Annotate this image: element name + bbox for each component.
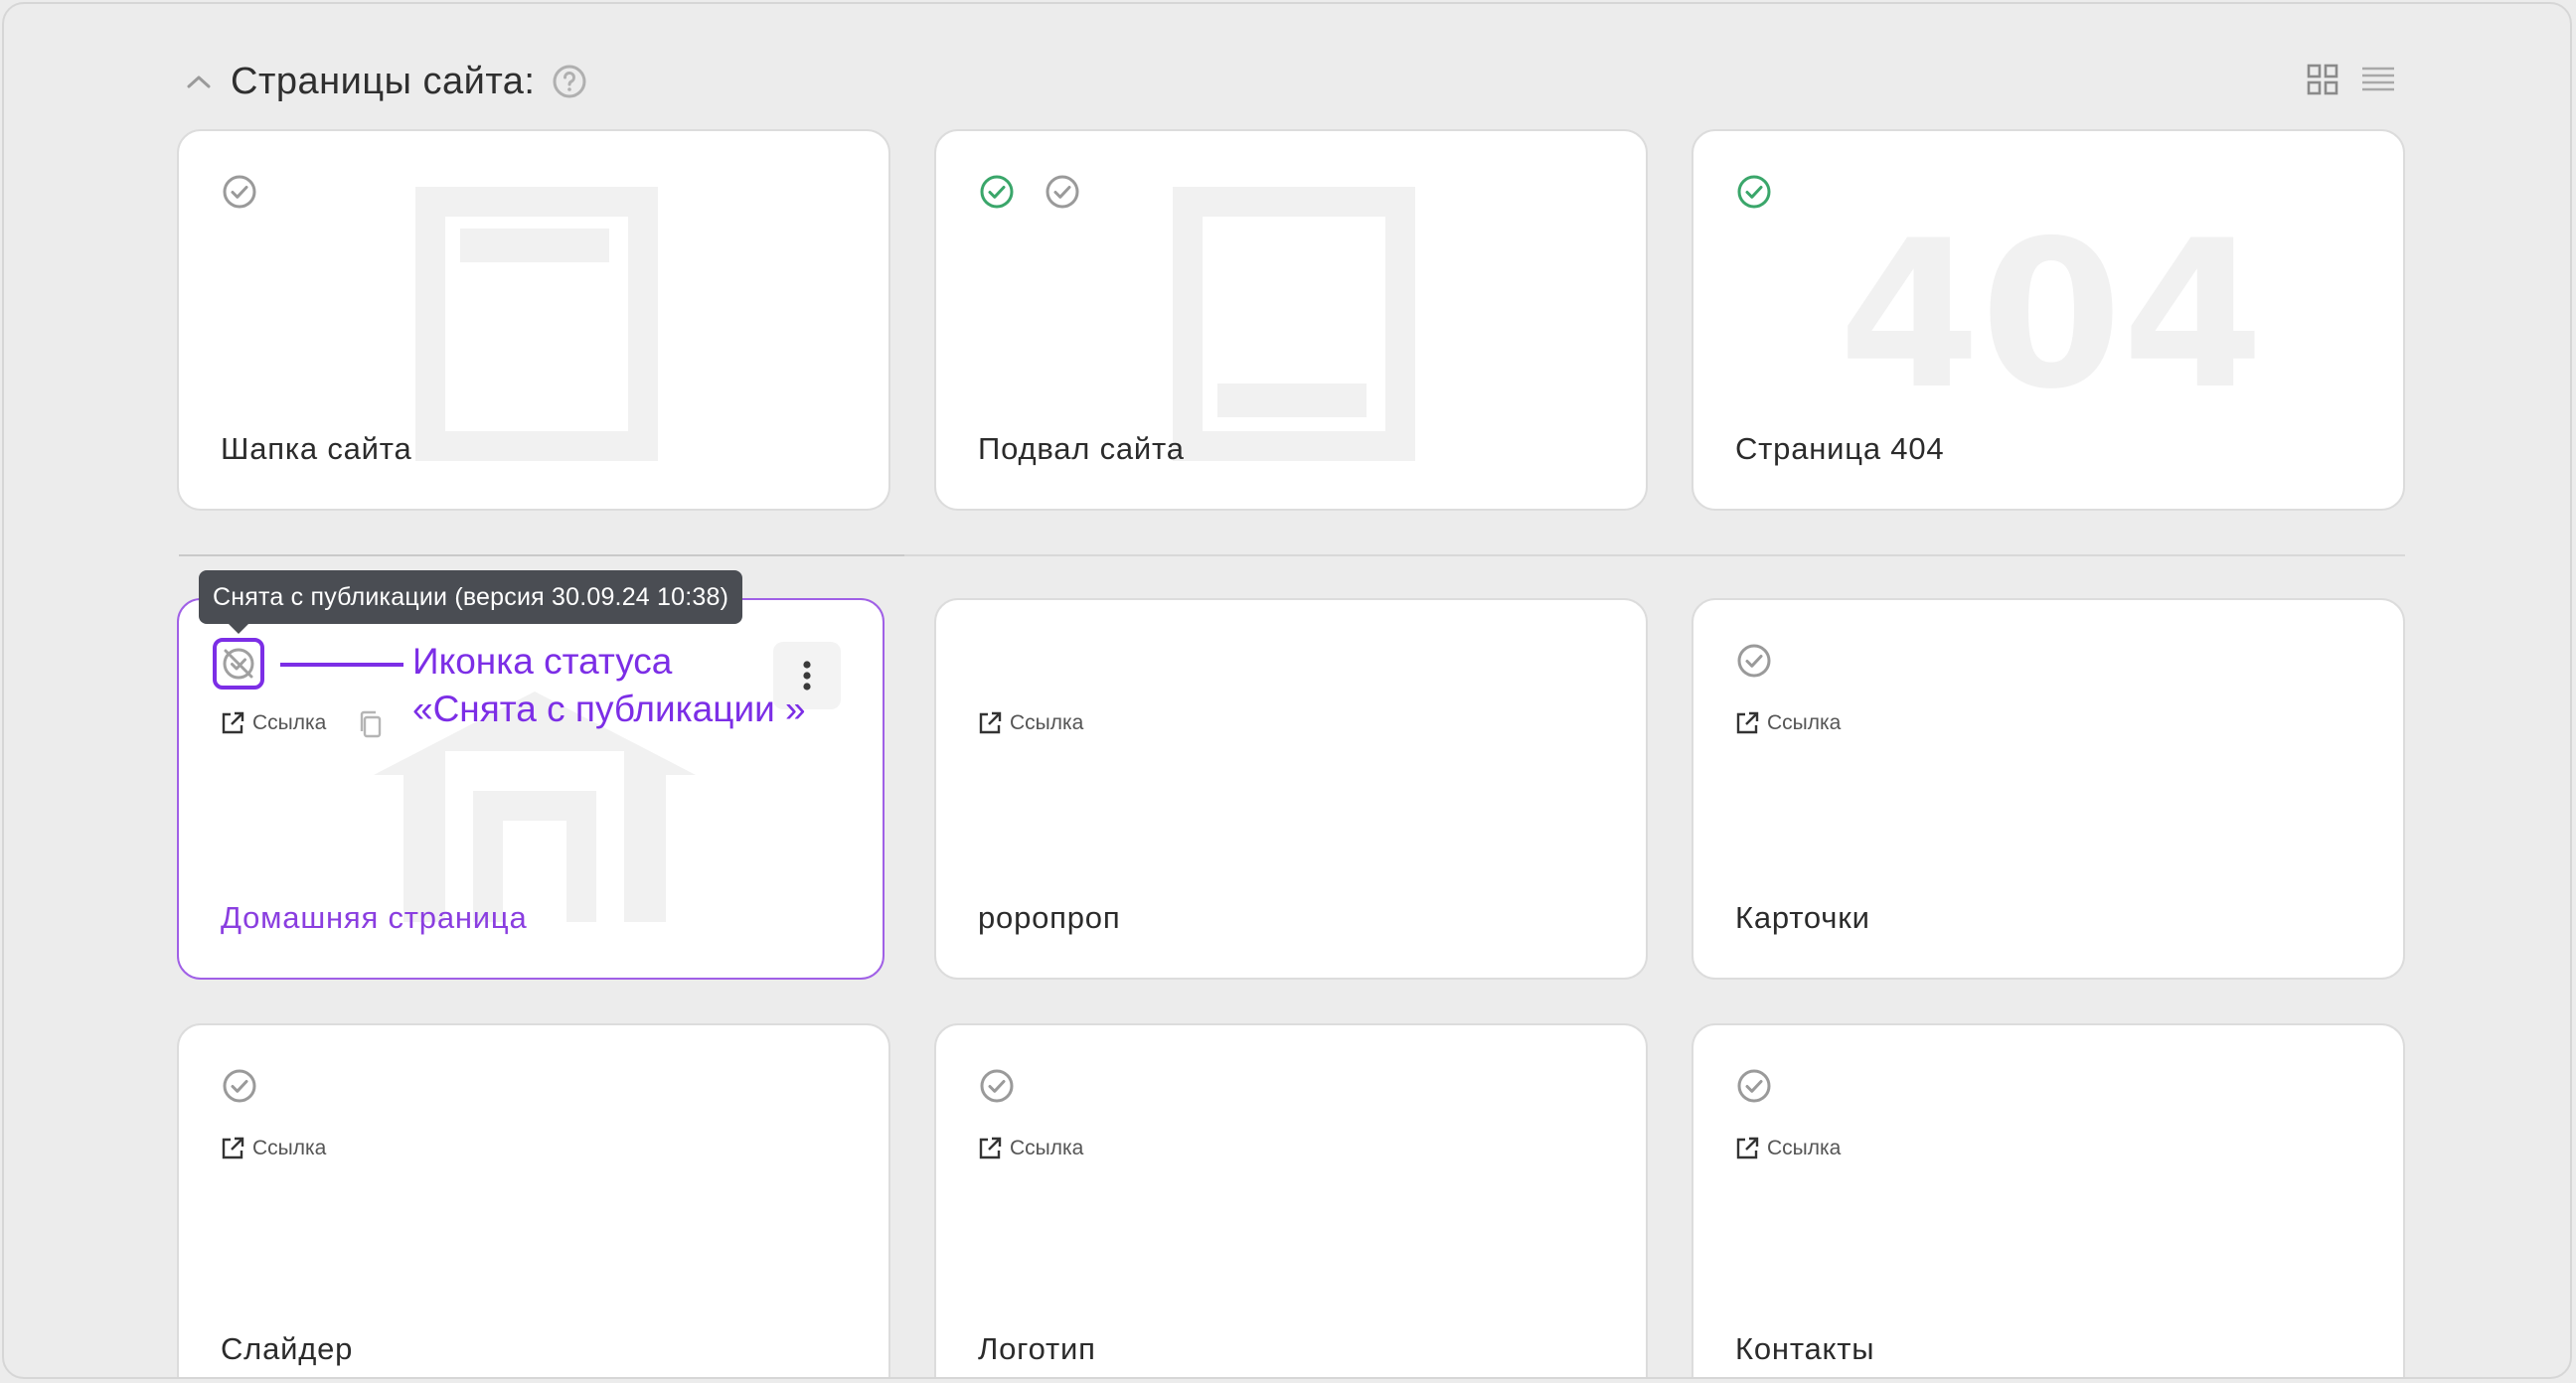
page-link-label: Ссылка xyxy=(1767,711,1842,734)
page-card-title: роропроп xyxy=(978,900,1121,935)
app-frame: Страницы сайта: Шапка сайта Подвал сайта… xyxy=(2,2,2572,1379)
page-card[interactable]: Ссылка Контакты xyxy=(1691,1023,2405,1377)
annotation-callout: Иконка статуса «Снята с публикации » xyxy=(412,638,806,733)
unpublished-status-icon[interactable] xyxy=(220,645,257,683)
page-link-label: Ссылка xyxy=(1010,711,1084,734)
annotation-line-1: Иконка статуса xyxy=(412,641,673,682)
page-card-title: Шапка сайта xyxy=(221,431,412,466)
external-link-icon xyxy=(978,711,1002,735)
page-link-label: Ссылка xyxy=(252,711,327,734)
page-link[interactable]: Ссылка xyxy=(1735,1137,1841,1160)
page-card[interactable]: Ссылка Слайдер xyxy=(177,1023,890,1377)
external-link-icon xyxy=(978,1137,1002,1160)
published-status-icon xyxy=(1735,173,1773,211)
page-card-title: Подвал сайта xyxy=(978,431,1185,466)
chevron-up-icon[interactable] xyxy=(179,62,219,101)
external-link-icon xyxy=(221,711,244,735)
page-card-title: Домашняя страница xyxy=(221,900,528,935)
page-card[interactable]: Ссылка роропроп xyxy=(934,598,1648,980)
section-divider xyxy=(179,554,2405,556)
published-status-icon xyxy=(1735,642,1773,680)
page-card-title: Контакты xyxy=(1735,1331,1875,1366)
page-link[interactable]: Ссылка xyxy=(221,1137,326,1160)
page-link[interactable]: Ссылка xyxy=(1735,711,1841,735)
section-title: Страницы сайта: xyxy=(231,60,536,102)
page-card[interactable]: Ссылка Логотип xyxy=(934,1023,1648,1377)
published-status-icon xyxy=(1044,173,1081,211)
published-status-icon xyxy=(221,173,258,211)
published-status-icon xyxy=(978,1067,1016,1105)
tooltip-text: Снята с публикации (версия 30.09.24 10:3… xyxy=(213,582,729,611)
view-switch xyxy=(2305,62,2396,97)
page-link-label: Ссылка xyxy=(1767,1137,1842,1159)
grid-view-icon[interactable] xyxy=(2305,62,2340,97)
page-link-label: Ссылка xyxy=(1010,1137,1084,1159)
external-link-icon xyxy=(221,1137,244,1160)
page-card[interactable]: Ссылка Карточки xyxy=(1691,598,2405,980)
page-card-title: Логотип xyxy=(978,1331,1096,1366)
copy-icon[interactable] xyxy=(356,709,386,739)
published-status-icon xyxy=(978,173,1016,211)
footer-page-illustration xyxy=(1173,187,1415,461)
header-page-illustration xyxy=(415,187,658,461)
published-status-icon xyxy=(1735,1067,1773,1105)
section-header: Страницы сайта: xyxy=(179,54,587,109)
page-card-header[interactable]: Шапка сайта xyxy=(177,129,890,511)
annotation-line-2: «Снята с публикации » xyxy=(412,689,806,729)
status-tooltip: Снята с публикации (версия 30.09.24 10:3… xyxy=(199,570,743,634)
page-card-title: Страница 404 xyxy=(1735,431,1945,466)
published-status-icon xyxy=(221,1067,258,1105)
page-card-footer[interactable]: Подвал сайта xyxy=(934,129,1648,511)
404-illustration: 404 xyxy=(1839,227,2264,405)
annotation-line xyxy=(280,663,403,667)
external-link-icon xyxy=(1735,1137,1759,1160)
page-link-label: Ссылка xyxy=(252,1137,327,1159)
list-view-icon[interactable] xyxy=(2360,62,2396,97)
external-link-icon xyxy=(1735,711,1759,735)
page-link[interactable]: Ссылка xyxy=(221,711,326,735)
page-link[interactable]: Ссылка xyxy=(978,1137,1083,1160)
question-circle-icon[interactable] xyxy=(552,64,587,99)
page-link[interactable]: Ссылка xyxy=(978,711,1083,735)
svg-text:404: 404 xyxy=(1839,227,2264,405)
page-card-title: Карточки xyxy=(1735,900,1870,935)
page-card-title: Слайдер xyxy=(221,1331,354,1366)
page-card-404[interactable]: 404 Страница 404 xyxy=(1691,129,2405,511)
